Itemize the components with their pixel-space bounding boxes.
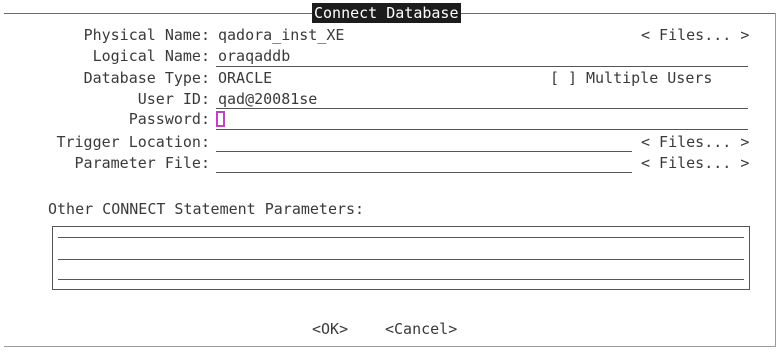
other-params-line bbox=[58, 279, 744, 280]
other-params-line bbox=[58, 259, 744, 260]
other-params-label: Other CONNECT Statement Parameters: bbox=[48, 200, 365, 218]
other-params-line bbox=[58, 237, 744, 238]
trigger-location-files-button[interactable]: < Files... > bbox=[641, 132, 749, 152]
trigger-location-underline bbox=[216, 151, 632, 152]
dialog-border-right bbox=[775, 13, 776, 347]
logical-name-field[interactable]: oraqaddb bbox=[218, 46, 290, 66]
parameter-file-files-button[interactable]: < Files... > bbox=[641, 153, 749, 173]
trigger-location-field[interactable] bbox=[218, 132, 630, 152]
parameter-file-underline bbox=[216, 172, 632, 173]
logical-name-underline bbox=[216, 66, 748, 67]
other-params-textarea[interactable] bbox=[52, 226, 750, 290]
physical-name-label: Physical Name: bbox=[83, 26, 210, 44]
multiple-users-checkbox[interactable]: [ ] bbox=[550, 68, 577, 88]
password-underline bbox=[216, 129, 748, 130]
user-id-label: User ID: bbox=[137, 90, 210, 108]
password-label: Password: bbox=[128, 110, 210, 128]
dialog-border-bottom bbox=[4, 346, 776, 347]
cancel-button[interactable]: <Cancel> bbox=[385, 319, 457, 339]
database-type-label: Database Type: bbox=[83, 69, 210, 87]
password-field[interactable] bbox=[228, 109, 748, 129]
parameter-file-label: Parameter File: bbox=[74, 154, 210, 172]
ok-button[interactable]: <OK> bbox=[312, 319, 348, 339]
text-cursor bbox=[216, 111, 225, 127]
trigger-location-label: Trigger Location: bbox=[56, 133, 210, 151]
physical-name-files-button[interactable]: < Files... > bbox=[641, 25, 749, 45]
user-id-field[interactable]: qad@20081se bbox=[218, 89, 317, 109]
parameter-file-field[interactable] bbox=[218, 153, 630, 173]
logical-name-label: Logical Name: bbox=[92, 47, 210, 65]
physical-name-field[interactable]: qadora_inst_XE bbox=[218, 25, 344, 45]
database-type-value[interactable]: ORACLE bbox=[218, 68, 272, 88]
dialog-title: Connect Database bbox=[312, 3, 461, 23]
multiple-users-label: Multiple Users bbox=[586, 69, 713, 87]
